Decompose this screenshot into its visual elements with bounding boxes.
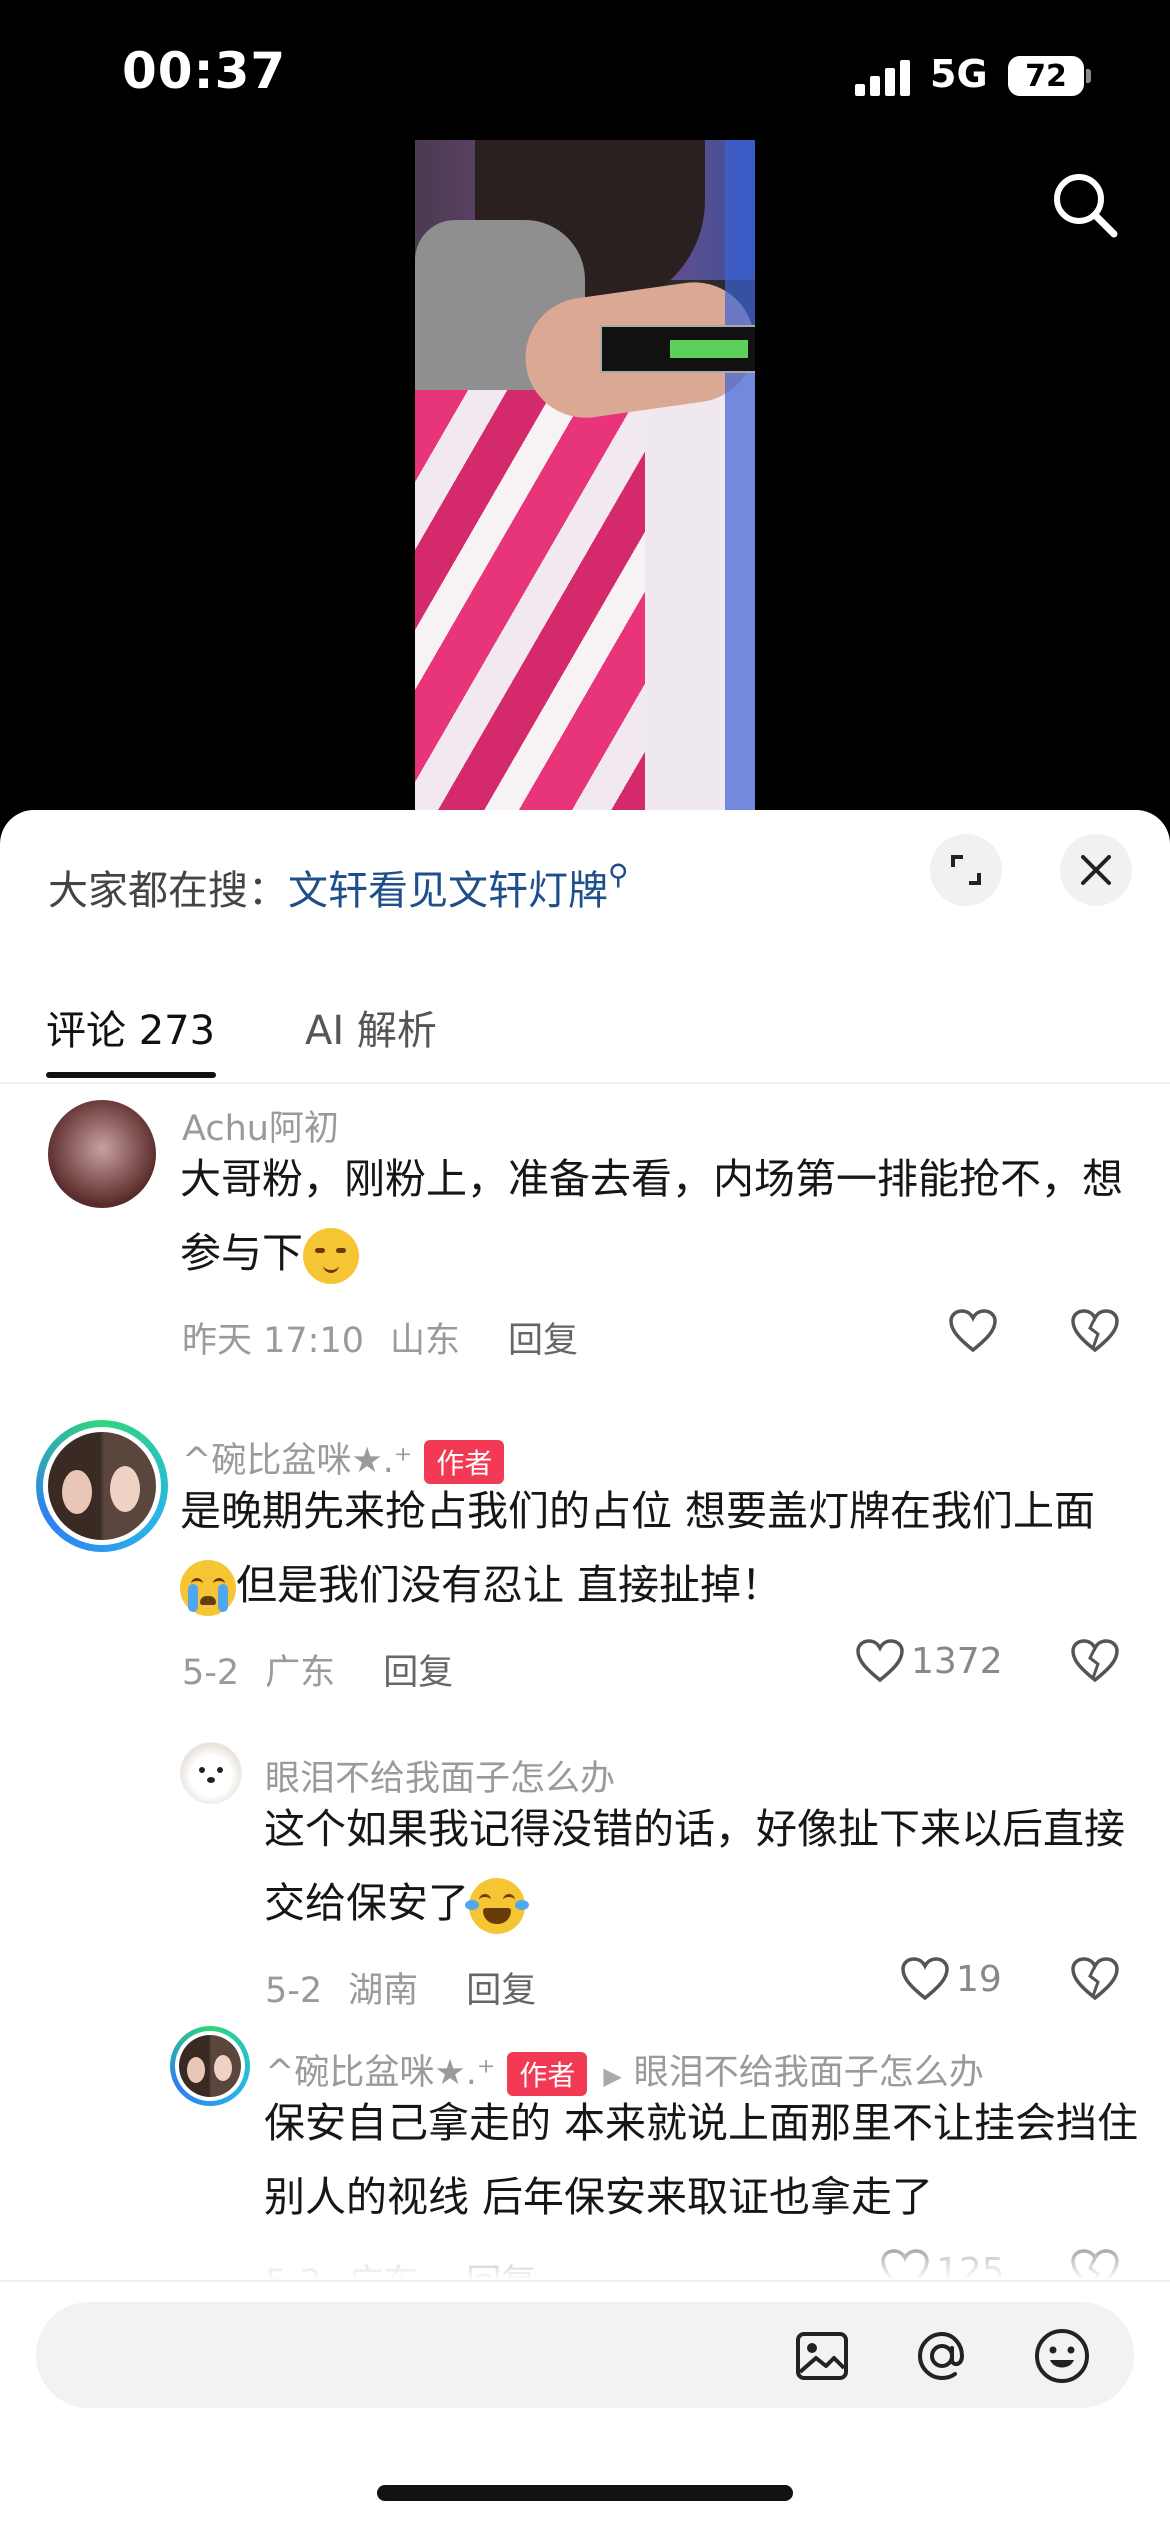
network-type: 5G [930, 52, 988, 96]
status-bar: 00:37 5G 72 [0, 0, 1170, 150]
active-tab-indicator [46, 1072, 216, 1078]
comment-location: 广东 [265, 1653, 336, 1693]
video-player[interactable] [415, 140, 755, 810]
comment-meta: 昨天 17:10 山东 回复 [182, 1312, 578, 1363]
comment-location: 湖南 [348, 1971, 419, 2011]
tab-comments[interactable]: 评论 273 [46, 998, 215, 1056]
laughing-crying-emoji [465, 1878, 529, 1934]
comment-meta: 5-2 湖南 回复 [265, 1962, 536, 2013]
comment-time: 5-2 [265, 1971, 323, 2011]
battery-level: 72 [1025, 58, 1067, 94]
comment-time: 昨天 17:10 [182, 1321, 364, 1361]
close-icon [1081, 855, 1111, 885]
cellular-signal-icon [855, 60, 910, 96]
close-button[interactable] [1060, 834, 1132, 906]
hot-search-query[interactable]: 文轩看见文轩灯牌 [288, 868, 608, 914]
like-button[interactable]: 1372 [855, 1638, 1003, 1684]
heart-icon [856, 1639, 904, 1683]
image-icon[interactable] [794, 2328, 850, 2384]
comment-body-part2: 但是我们没有忍让 直接扯掉！ [236, 1561, 783, 1609]
comment-body: 这个如果我记得没错的话，好像扯下来以后直接交给保安了 [264, 1805, 1125, 1927]
comment-location: 山东 [390, 1321, 461, 1361]
comment-text: 大哥粉，刚粉上，准备去看，内场第一排能抢不，想参与下 [180, 1142, 1140, 1290]
comment-input[interactable] [36, 2302, 1134, 2408]
emoji-icon[interactable] [1032, 2326, 1092, 2386]
status-time: 00:37 [122, 42, 287, 100]
heart-icon [901, 1957, 949, 2001]
crying-face-emoji [180, 1560, 236, 1616]
heart-icon [949, 1309, 997, 1353]
like-count: 1372 [911, 1640, 1003, 1682]
like-count: 19 [956, 1958, 1002, 2000]
avatar[interactable] [36, 1420, 168, 1552]
mention-icon[interactable] [912, 2326, 972, 2386]
comment-text: 是晚期先来抢占我们的占位 想要盖灯牌在我们上面 但是我们没有忍让 直接扯掉！ [180, 1474, 1140, 1622]
video-overlay-bubble [670, 340, 748, 358]
comment-body-part1: 是晚期先来抢占我们的占位 想要盖灯牌在我们上面 [180, 1487, 1096, 1535]
home-indicator[interactable] [377, 2485, 793, 2501]
tab-ai-analysis[interactable]: AI 解析 [305, 998, 437, 1056]
reply-button[interactable]: 回复 [508, 1321, 578, 1361]
expand-icon [951, 855, 981, 885]
expand-button[interactable] [930, 834, 1002, 906]
battery-tip [1086, 69, 1091, 83]
comment-text: 这个如果我记得没错的话，好像扯下来以后直接交给保安了 [264, 1792, 1144, 1940]
avatar[interactable] [170, 2026, 250, 2106]
battery-icon: 72 [1008, 56, 1084, 96]
video-stage-light [725, 140, 755, 810]
list-fade [0, 2220, 1170, 2280]
like-button[interactable] [948, 1308, 1004, 1354]
small-search-icon: ⚲ [608, 858, 629, 891]
avatar[interactable] [180, 1742, 242, 1804]
broken-heart-icon[interactable] [1070, 1308, 1120, 1354]
hot-search-bar[interactable]: 大家都在搜：文轩看见文轩灯牌⚲ [48, 858, 629, 916]
smirk-face-emoji [303, 1228, 359, 1284]
like-button[interactable]: 19 [900, 1956, 1002, 2002]
comment-time: 5-2 [182, 1653, 240, 1693]
comment-tabs: 评论 273 AI 解析 [0, 970, 1170, 1084]
avatar[interactable] [48, 1100, 156, 1208]
search-icon[interactable] [1050, 170, 1120, 240]
input-placeholder [86, 2332, 376, 2338]
broken-heart-icon[interactable] [1070, 1956, 1120, 2002]
comment-meta: 5-2 广东 回复 [182, 1644, 453, 1695]
broken-heart-icon[interactable] [1070, 1638, 1120, 1684]
comment-text: 保安自己拿走的 本来就说上面那里不让挂会挡住别人的视线 后年保安来取证也拿走了 [264, 2099, 1139, 2221]
hot-search-prefix: 大家都在搜： [48, 868, 288, 914]
reply-button[interactable]: 回复 [383, 1653, 453, 1693]
reply-button[interactable]: 回复 [466, 1971, 536, 2011]
